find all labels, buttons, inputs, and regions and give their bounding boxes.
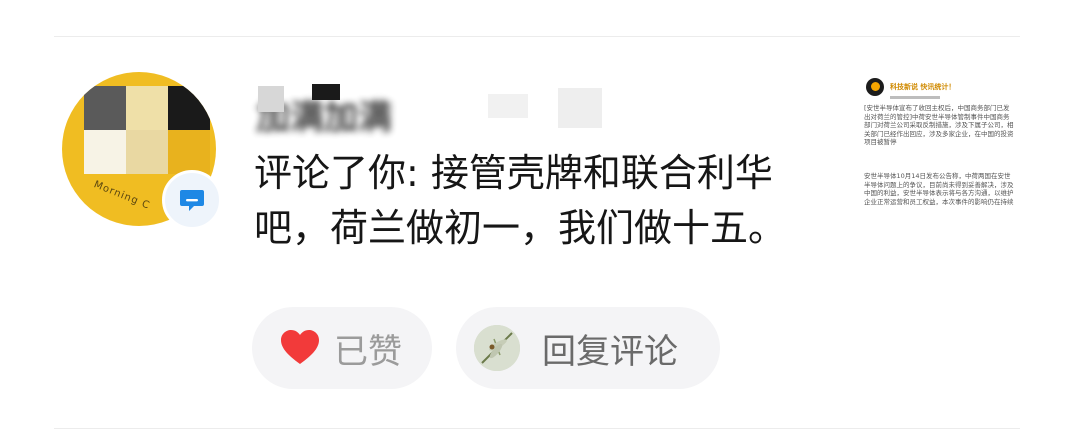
reply-avatar-icon — [474, 325, 520, 371]
post-thumbnail[interactable]: 科技新说 快讯统计！ [安世半导体宣布了收回主权后，中国商务部门已发出对荷兰的管… — [858, 72, 1020, 228]
thumbnail-header: 科技新说 快讯统计！ — [866, 78, 955, 96]
comment-prefix: 评论了你: — [254, 151, 419, 195]
bottom-divider — [54, 428, 1020, 429]
thumbnail-paragraph-2: 安世半导体10月14日发布公告称，中荷两国在安世半导体问题上的争议，目前尚未得到… — [864, 172, 1014, 206]
reply-comment-button[interactable]: 回复评论 — [456, 307, 720, 389]
top-divider — [54, 36, 1020, 37]
heart-icon — [281, 330, 319, 364]
reply-label: 回复评论 — [542, 331, 678, 372]
liked-label: 已赞 — [334, 331, 402, 372]
thumbnail-paragraph-1: [安世半导体宣布了收回主权后，中国商务部门已发出对荷兰的管控]中荷安世半导体管制… — [864, 104, 1014, 146]
thumbnail-subline — [890, 96, 940, 99]
thumbnail-title: 科技新说 快讯统计！ — [890, 83, 956, 91]
user-name[interactable]: 加满加满 — [252, 84, 602, 138]
avatar-caption: Morning C — [92, 179, 152, 212]
liked-button[interactable]: 已赞 — [252, 307, 432, 389]
comment-badge-icon — [162, 170, 222, 230]
comment-body: 评论了你: 接管壳牌和联合利华吧，荷兰做初一，我们做十五。 — [254, 146, 814, 256]
avatar-mosaic — [84, 86, 210, 174]
source-logo-icon — [866, 78, 884, 96]
